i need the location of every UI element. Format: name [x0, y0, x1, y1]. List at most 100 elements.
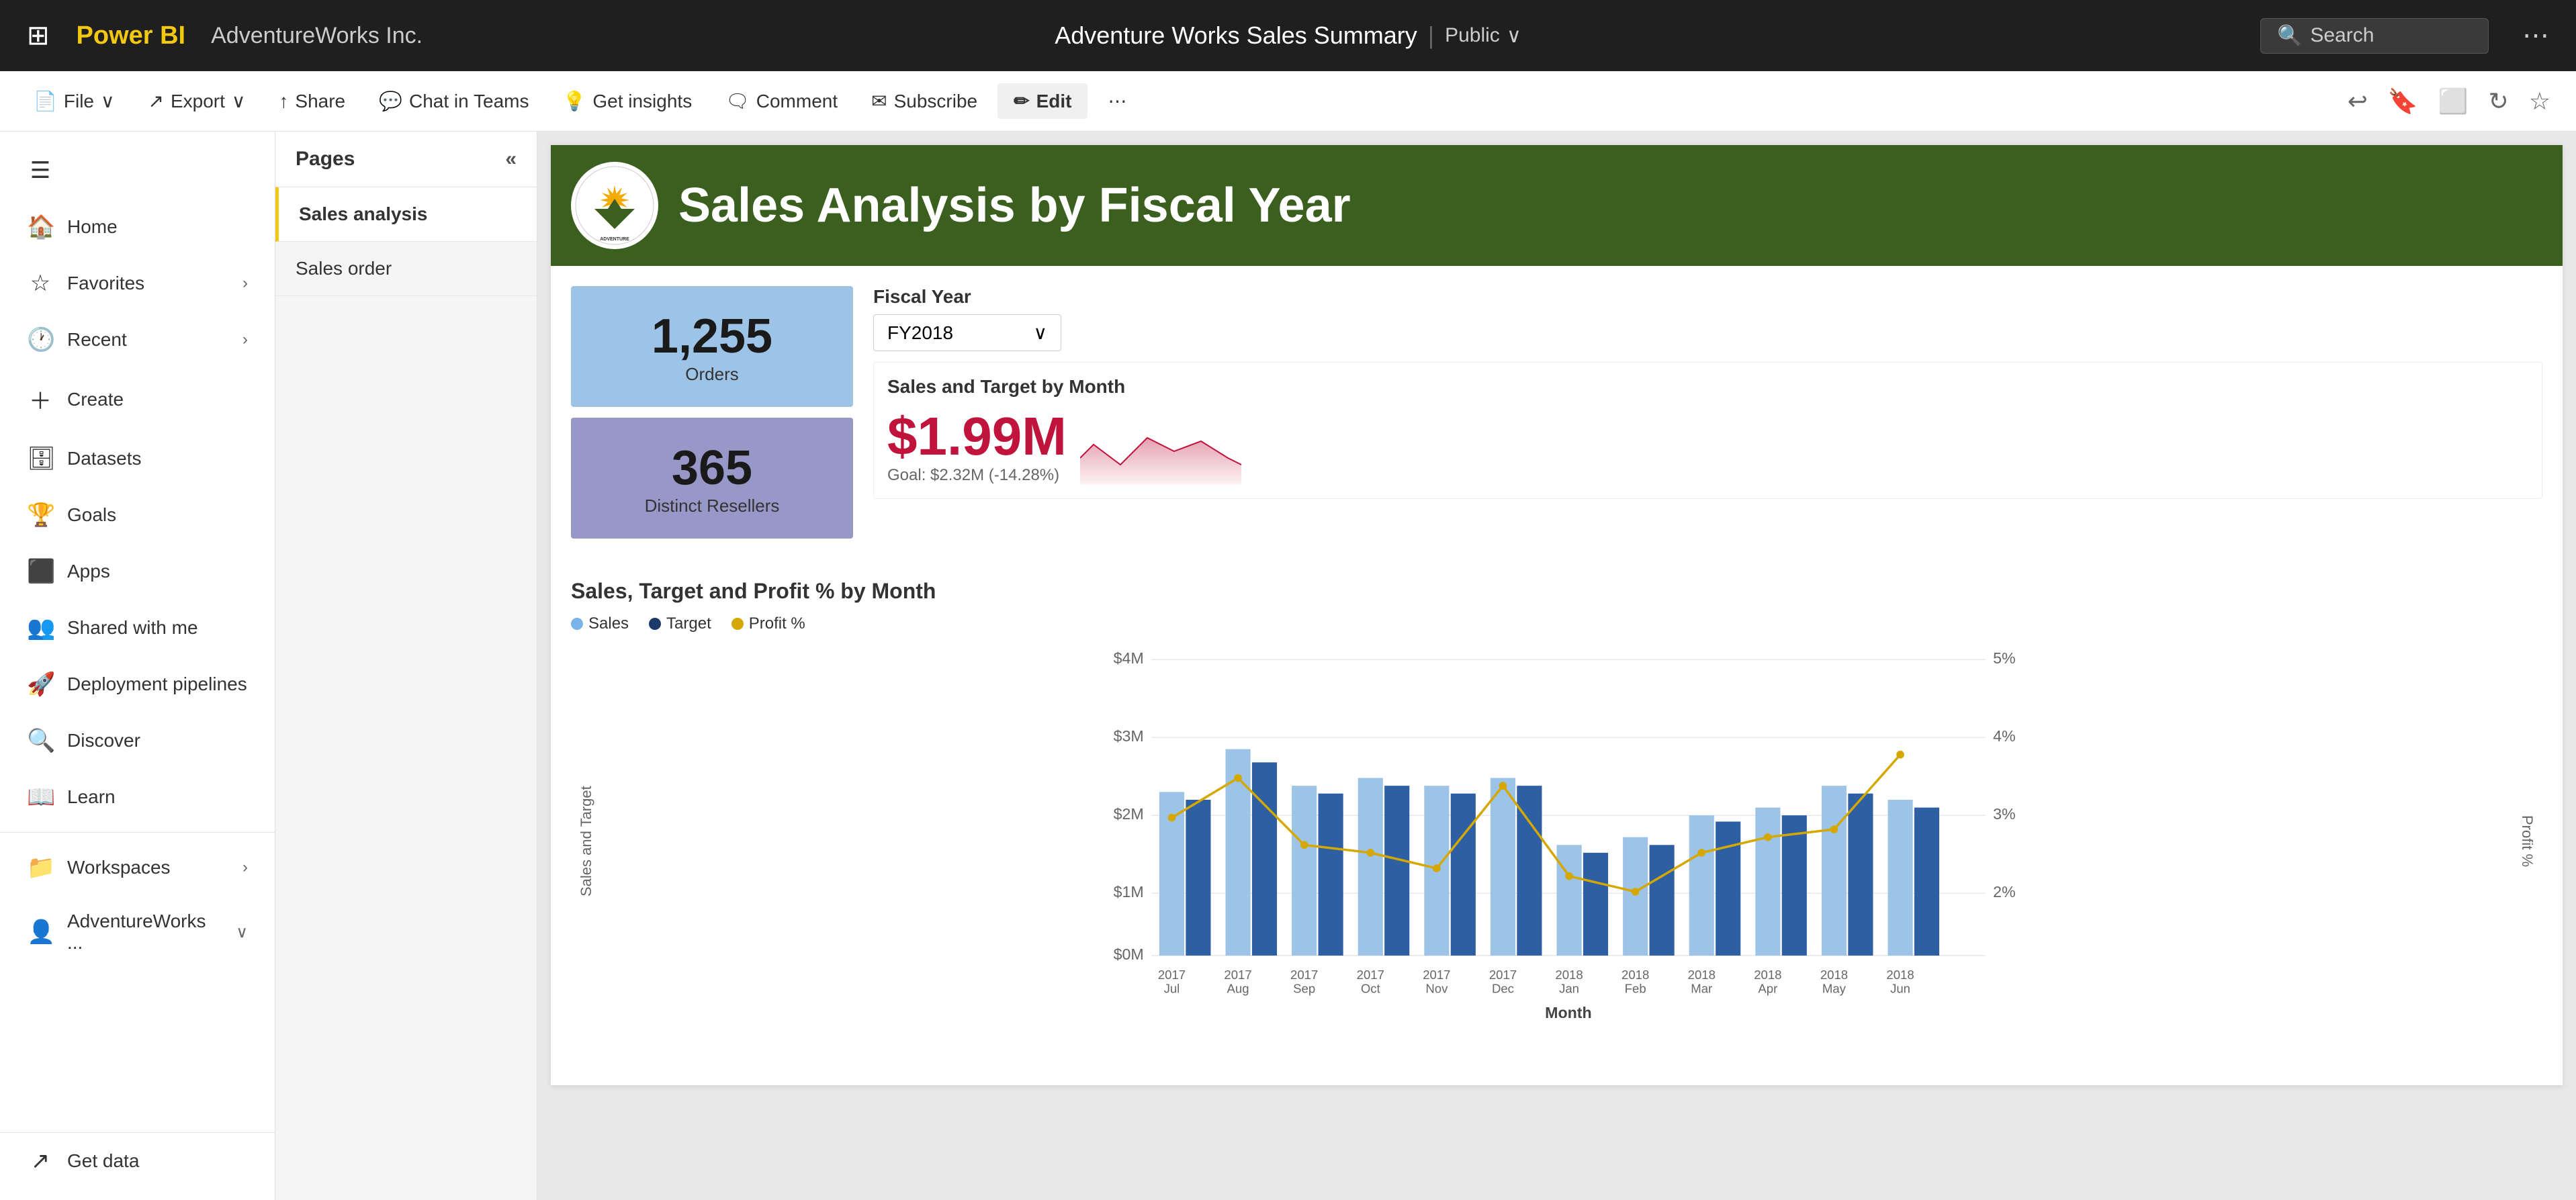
profit-dot — [1168, 814, 1176, 822]
sidebar-item-apps[interactable]: ⬛ Apps — [0, 543, 275, 600]
orders-label: Orders — [685, 364, 738, 385]
svg-text:4%: 4% — [1993, 727, 2016, 745]
toolbar-right-actions: ↩ 🔖 ⬜ ↻ ☆ — [2342, 82, 2556, 121]
sidebar-item-label: AdventureWorks ... — [67, 911, 222, 954]
legend-sales: Sales — [571, 614, 629, 633]
sidebar-toggle[interactable]: ☰ — [0, 142, 275, 199]
sidebar-item-label: Goals — [67, 504, 116, 526]
resellers-kpi-card: 365 Distinct Resellers — [571, 418, 853, 539]
sidebar-item-shared[interactable]: 👥 Shared with me — [0, 600, 275, 656]
sidebar-item-favorites[interactable]: ☆ Favorites › — [0, 255, 275, 312]
svg-text:2018: 2018 — [1820, 968, 1848, 982]
svg-text:Mar: Mar — [1691, 982, 1712, 996]
sidebar-item-label: Get data — [67, 1150, 139, 1172]
edit-label: Edit — [1036, 91, 1072, 112]
subscribe-button[interactable]: ✉ Subscribe — [858, 83, 991, 119]
chat-button[interactable]: 💬 Chat in Teams — [365, 83, 542, 119]
profit-dot — [1764, 833, 1772, 841]
more-options-icon[interactable]: ⋯ — [2522, 20, 2549, 51]
file-label: File — [64, 91, 94, 112]
comment-button[interactable]: 🗨 Comment — [712, 83, 851, 119]
svg-text:2018: 2018 — [1622, 968, 1649, 982]
main-layout: ☰ 🏠 Home ☆ Favorites › 🕐 Recent › ＋ Crea… — [0, 132, 2576, 1200]
sidebar-item-goals[interactable]: 🏆 Goals — [0, 487, 275, 543]
svg-text:2018: 2018 — [1886, 968, 1914, 982]
chart-title: Sales, Target and Profit % by Month — [571, 579, 2542, 604]
sidebar-item-label: Shared with me — [67, 617, 198, 639]
page-item-sales-order[interactable]: Sales order — [275, 242, 537, 296]
sidebar-item-label: Recent — [67, 329, 127, 351]
page-item-sales-analysis[interactable]: Sales analysis — [275, 187, 537, 242]
bar-dark — [1252, 762, 1277, 956]
search-box[interactable]: 🔍 Search — [2260, 18, 2489, 54]
bar-light — [1888, 800, 1913, 956]
sidebar-item-deployment[interactable]: 🚀 Deployment pipelines — [0, 656, 275, 712]
plus-icon: ＋ — [27, 383, 54, 416]
report-main-title: Sales Analysis by Fiscal Year — [678, 178, 1351, 233]
sidebar-item-datasets[interactable]: 🗄 Datasets — [0, 430, 275, 487]
collapse-pages-button[interactable]: « — [505, 148, 517, 171]
svg-text:Sep: Sep — [1293, 982, 1315, 996]
lightbulb-icon: 💡 — [562, 90, 586, 112]
sidebar-item-label: Datasets — [67, 448, 142, 469]
fiscal-year-dropdown[interactable]: FY2018 ∨ — [873, 314, 1061, 351]
svg-text:$3M: $3M — [1114, 727, 1144, 745]
favorite-button[interactable]: ☆ — [2524, 82, 2556, 121]
bar-light — [1557, 845, 1582, 956]
chevron-right-icon: › — [242, 858, 248, 877]
sidebar-item-adventureworks[interactable]: 👤 AdventureWorks ... ∨ — [0, 896, 275, 968]
toolbar-more-button[interactable]: ⋯ — [1094, 83, 1140, 119]
bar-light — [1623, 837, 1648, 956]
undo-button[interactable]: ↩ — [2342, 82, 2373, 121]
bar-dark — [1782, 815, 1807, 956]
target-legend-dot — [649, 618, 661, 630]
sidebar-item-label: Learn — [67, 786, 116, 808]
sidebar-item-label: Discover — [67, 730, 140, 751]
refresh-button[interactable]: ↻ — [2483, 82, 2514, 121]
view-button[interactable]: ⬜ — [2433, 82, 2474, 121]
sidebar-item-create[interactable]: ＋ Create — [0, 368, 275, 430]
svg-text:Oct: Oct — [1361, 982, 1381, 996]
svg-text:3%: 3% — [1993, 805, 2016, 823]
fiscal-year-slicer: Fiscal Year FY2018 ∨ — [873, 286, 2542, 351]
bookmark-button[interactable]: 🔖 — [2383, 82, 2424, 121]
sales-target-section: Sales and Target by Month $1.99M Goal: $… — [873, 362, 2542, 499]
insights-button[interactable]: 💡 Get insights — [549, 83, 705, 119]
sidebar-item-get-data[interactable]: ↗ Get data — [0, 1132, 275, 1189]
y2-axis-label: Profit % — [2512, 644, 2542, 1038]
export-button[interactable]: ↗ Export ∨ — [135, 83, 259, 119]
sidebar-item-learn[interactable]: 📖 Learn — [0, 769, 275, 825]
profit-dot — [1896, 751, 1904, 759]
subscribe-label: Subscribe — [894, 91, 978, 112]
visibility-selector[interactable]: Public ∨ — [1445, 24, 1521, 48]
profit-dot — [1366, 849, 1374, 857]
export-label: Export — [171, 91, 225, 112]
svg-text:Jul: Jul — [1164, 982, 1180, 996]
sales-goal-text: Goal: $2.32M (-14.28%) — [887, 466, 1067, 485]
bar-dark — [1319, 794, 1343, 956]
svg-text:Jan: Jan — [1559, 982, 1579, 996]
sidebar-item-recent[interactable]: 🕐 Recent › — [0, 312, 275, 368]
file-button[interactable]: 📄 File ∨ — [20, 83, 128, 119]
edit-button[interactable]: ✏ Edit — [997, 83, 1087, 119]
database-icon: 🗄 — [27, 445, 54, 472]
svg-text:2017: 2017 — [1423, 968, 1450, 982]
bar-light — [1358, 778, 1383, 956]
chevron-right-icon: › — [242, 330, 248, 349]
share-button[interactable]: ↑ Share — [265, 84, 359, 119]
bar-light — [1689, 815, 1714, 956]
sidebar-item-discover[interactable]: 🔍 Discover — [0, 712, 275, 769]
svg-text:$1M: $1M — [1114, 883, 1144, 901]
svg-text:2018: 2018 — [1688, 968, 1716, 982]
profit-dot — [1234, 774, 1242, 782]
sales-legend-dot — [571, 618, 583, 630]
bar-dark — [1451, 794, 1476, 956]
top-bar: ⊞ Power BI AdventureWorks Inc. Adventure… — [0, 0, 2576, 71]
learn-icon: 📖 — [27, 784, 54, 811]
sidebar-item-home[interactable]: 🏠 Home — [0, 199, 275, 255]
sidebar-item-workspaces[interactable]: 📁 Workspaces › — [0, 839, 275, 896]
svg-text:2017: 2017 — [1489, 968, 1517, 982]
waffle-icon[interactable]: ⊞ — [27, 20, 50, 51]
svg-text:2017: 2017 — [1290, 968, 1318, 982]
bar-light — [1755, 808, 1780, 956]
